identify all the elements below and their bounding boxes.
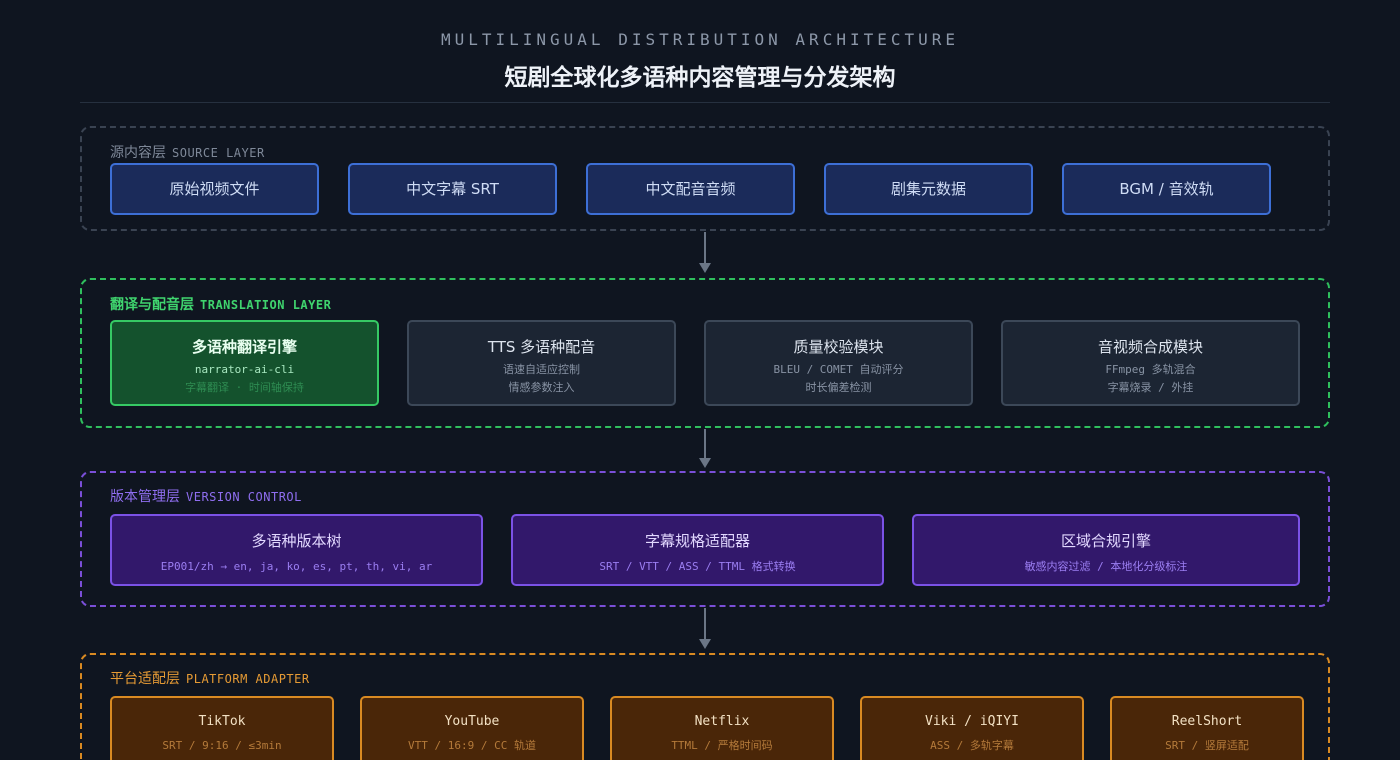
node-detail: SRT / VTT / ASS / TTML 格式转换 [599, 560, 796, 573]
node-detail: 情感参数注入 [508, 381, 575, 394]
platform-node-netflix[interactable]: Netflix TTML / 严格时间码 [610, 696, 834, 760]
source-layer-label-zh: 源内容层 [110, 145, 166, 161]
node-title: 字幕规格适配器 [644, 532, 750, 550]
node-detail: BLEU / COMET 自动评分 [773, 363, 904, 376]
source-node-subtitle[interactable]: 中文字幕 SRT [348, 163, 557, 215]
source-node-audio[interactable]: 中文配音音频 [586, 163, 795, 215]
source-node-bgm[interactable]: BGM / 音效轨 [1062, 163, 1271, 215]
version-layer-label-en: VERSION CONTROL [186, 490, 302, 504]
node-detail: SRT / 竖屏适配 [1165, 739, 1249, 752]
node-detail: 时长偏差检测 [805, 381, 872, 394]
platform-layer-label-en: PLATFORM ADAPTER [186, 672, 310, 686]
source-node-label: BGM / 音效轨 [1119, 180, 1214, 198]
node-title: TikTok [198, 714, 246, 729]
diagram-title: 短剧全球化多语种内容管理与分发架构 [504, 65, 896, 91]
source-node-label: 原始视频文件 [169, 180, 260, 198]
diagram-kicker: MULTILINGUAL DISTRIBUTION ARCHITECTURE [440, 30, 960, 49]
node-detail: EP001/zh → en, ja, ko, es, pt, th, vi, a… [160, 560, 433, 573]
platform-node-youtube[interactable]: YouTube VTT / 16:9 / CC 轨道 [360, 696, 584, 760]
version-layer-label-zh: 版本管理层 [110, 489, 180, 505]
node-title: YouTube [444, 714, 500, 729]
node-detail: SRT / 9:16 / ≤3min [162, 739, 282, 752]
node-detail: ASS / 多轨字幕 [930, 739, 1014, 752]
translation-layer: 翻译与配音层 TRANSLATION LAYER 多语种翻译引擎 narrator… [80, 278, 1330, 428]
compliance-engine-node[interactable]: 区域合规引擎 敏感内容过滤 / 本地化分级标注 [912, 514, 1300, 586]
node-detail: 字幕烧录 / 外挂 [1107, 381, 1194, 394]
source-layer-label: 源内容层 SOURCE LAYER [110, 142, 265, 162]
platform-node-viki-iqiyi[interactable]: Viki / iQIYI ASS / 多轨字幕 [860, 696, 1084, 760]
source-layer-label-en: SOURCE LAYER [172, 146, 265, 160]
source-node-label: 中文字幕 SRT [406, 180, 499, 198]
node-detail: 语速自适应控制 [503, 363, 580, 376]
platform-node-tiktok[interactable]: TikTok SRT / 9:16 / ≤3min [110, 696, 334, 760]
subtitle-adapter-node[interactable]: 字幕规格适配器 SRT / VTT / ASS / TTML 格式转换 [511, 514, 884, 586]
node-detail: FFmpeg 多轨混合 [1105, 363, 1196, 376]
node-title: 多语种翻译引擎 [191, 338, 297, 356]
source-node-label: 剧集元数据 [890, 180, 966, 198]
node-title: TTS 多语种配音 [487, 338, 596, 356]
flow-arrow-version-to-platform [699, 608, 711, 650]
av-composition-node[interactable]: 音视频合成模块 FFmpeg 多轨混合 字幕烧录 / 外挂 [1001, 320, 1300, 406]
tts-dubbing-node[interactable]: TTS 多语种配音 语速自适应控制 情感参数注入 [407, 320, 676, 406]
flow-arrow-source-to-translation [699, 232, 711, 274]
node-title: 质量校验模块 [793, 338, 884, 356]
flow-arrow-translation-to-version [699, 429, 711, 469]
source-node-metadata[interactable]: 剧集元数据 [824, 163, 1033, 215]
platform-layer-label-zh: 平台适配层 [110, 671, 180, 687]
platform-node-reelshort[interactable]: ReelShort SRT / 竖屏适配 [1110, 696, 1304, 760]
node-detail: narrator-ai-cli [194, 363, 295, 376]
translation-layer-label: 翻译与配音层 TRANSLATION LAYER [110, 294, 331, 314]
source-node-video[interactable]: 原始视频文件 [110, 163, 319, 215]
quality-check-node[interactable]: 质量校验模块 BLEU / COMET 自动评分 时长偏差检测 [704, 320, 973, 406]
platform-layer-label: 平台适配层 PLATFORM ADAPTER [110, 668, 310, 688]
version-layer: 版本管理层 VERSION CONTROL 多语种版本树 EP001/zh → e… [80, 471, 1330, 607]
node-detail: TTML / 严格时间码 [671, 739, 773, 752]
translation-layer-label-zh: 翻译与配音层 [110, 297, 194, 313]
source-layer: 源内容层 SOURCE LAYER 原始视频文件 中文字幕 SRT 中文配音音频 … [80, 126, 1330, 231]
platform-layer: 平台适配层 PLATFORM ADAPTER TikTok SRT / 9:16 … [80, 653, 1330, 760]
node-detail: 敏感内容过滤 / 本地化分级标注 [1024, 560, 1188, 573]
translation-layer-label-en: TRANSLATION LAYER [200, 298, 332, 312]
node-title: Netflix [694, 714, 750, 729]
version-layer-label: 版本管理层 VERSION CONTROL [110, 486, 302, 506]
header-divider [80, 102, 1330, 103]
node-title: Viki / iQIYI [925, 714, 1019, 729]
version-tree-node[interactable]: 多语种版本树 EP001/zh → en, ja, ko, es, pt, th… [110, 514, 483, 586]
node-title: 多语种版本树 [251, 532, 342, 550]
node-title: 音视频合成模块 [1097, 338, 1203, 356]
node-detail: VTT / 16:9 / CC 轨道 [408, 739, 536, 752]
node-title: ReelShort [1171, 714, 1243, 729]
translation-engine-node[interactable]: 多语种翻译引擎 narrator-ai-cli 字幕翻译 · 时间轴保持 [110, 320, 379, 406]
node-detail: 字幕翻译 · 时间轴保持 [185, 381, 304, 394]
node-title: 区域合规引擎 [1060, 532, 1151, 550]
source-node-label: 中文配音音频 [645, 180, 736, 198]
